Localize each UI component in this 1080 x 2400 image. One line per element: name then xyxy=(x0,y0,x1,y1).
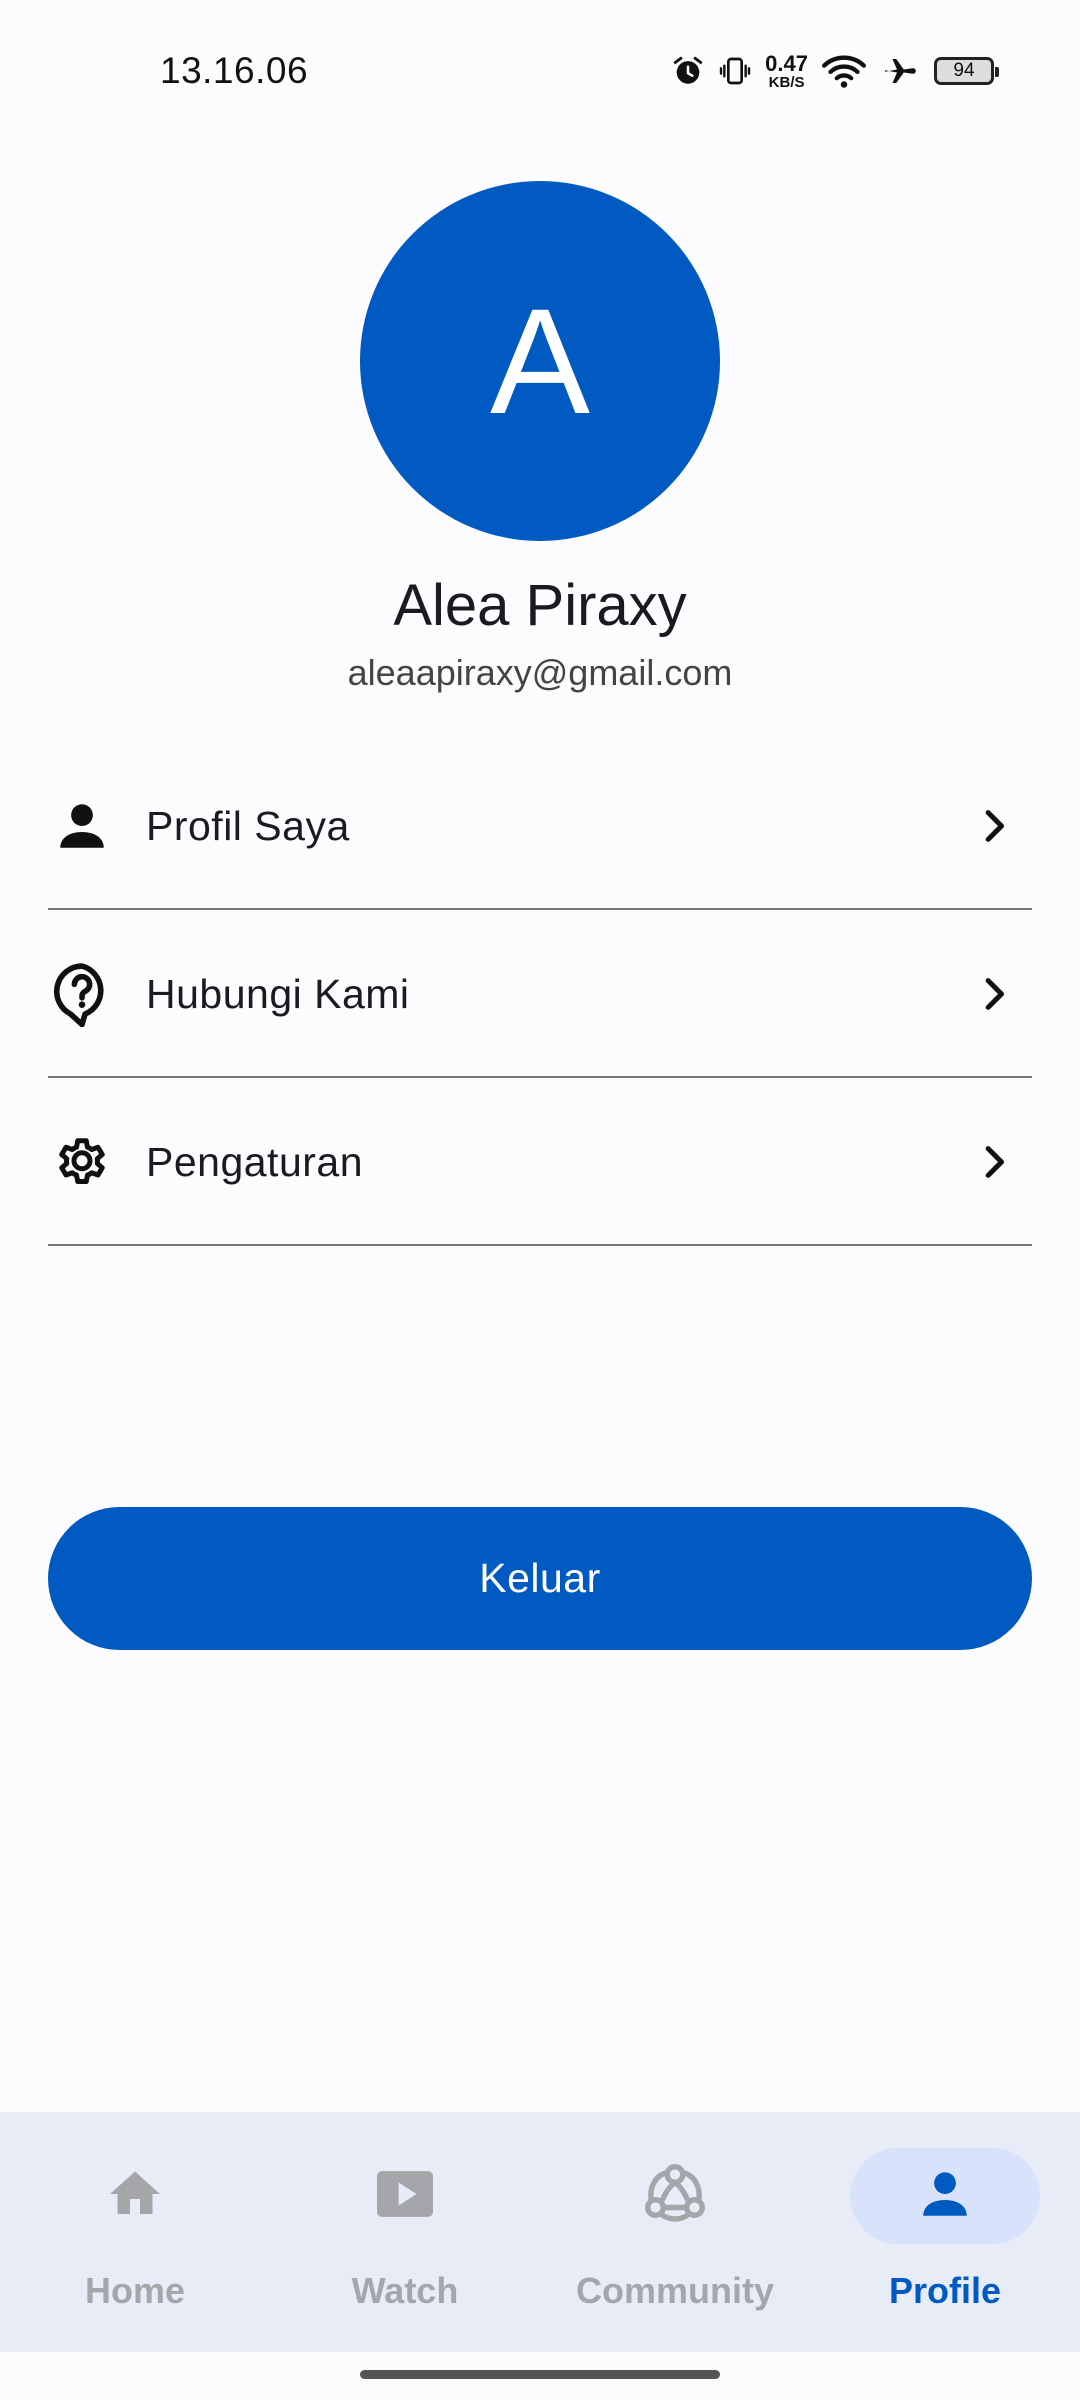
status-bar: 13.16.06 0.47 KB/S 94 xyxy=(0,0,1080,140)
home-icon xyxy=(105,2164,165,2229)
nav-item-indicator xyxy=(580,2148,770,2244)
nav-item-home[interactable]: Home xyxy=(0,2112,270,2352)
nav-item-label: Watch xyxy=(351,2270,459,2311)
play-icon xyxy=(374,2166,436,2227)
network-speed: 0.47 KB/S xyxy=(765,50,808,91)
status-icons: 0.47 KB/S 94 xyxy=(671,46,999,96)
user-name: Alea Piraxy xyxy=(393,573,687,638)
gear-icon xyxy=(50,1130,114,1194)
nav-item-indicator xyxy=(310,2148,500,2244)
alarm-icon xyxy=(671,54,705,88)
community-icon xyxy=(639,2158,711,2235)
nav-item-watch[interactable]: Watch xyxy=(270,2112,540,2352)
wifi-icon xyxy=(822,53,866,89)
avatar: A xyxy=(360,181,720,541)
menu-item-hubungi-kami[interactable]: Hubungi Kami xyxy=(48,912,1032,1078)
network-speed-unit: KB/S xyxy=(768,73,805,91)
chevron-right-icon xyxy=(970,802,1018,850)
nav-item-label: Profile xyxy=(888,2270,1002,2311)
chevron-right-icon xyxy=(970,1138,1018,1186)
vibrate-icon xyxy=(719,54,751,88)
status-time: 13.16.06 xyxy=(160,50,309,91)
logout-button[interactable]: Keluar xyxy=(48,1507,1032,1650)
nav-item-profile[interactable]: Profile xyxy=(810,2112,1080,2352)
profile-menu: Profil Saya Hubungi Kami Pengaturan xyxy=(48,744,1032,1248)
menu-item-pengaturan[interactable]: Pengaturan xyxy=(48,1080,1032,1246)
chevron-right-icon xyxy=(970,970,1018,1018)
avatar-letter: A xyxy=(489,277,591,445)
menu-item-profil-saya[interactable]: Profil Saya xyxy=(48,744,1032,910)
bottom-navigation: Home Watch Community Profile xyxy=(0,2112,1080,2352)
battery-level: 94 xyxy=(953,60,975,81)
person-icon xyxy=(50,794,114,858)
user-email: aleaapiraxy@gmail.com xyxy=(347,652,733,693)
nav-item-community[interactable]: Community xyxy=(540,2112,810,2352)
menu-item-label: Pengaturan xyxy=(146,1138,364,1185)
person-icon xyxy=(916,2165,974,2228)
menu-item-label: Hubungi Kami xyxy=(146,970,410,1017)
battery-icon: 94 xyxy=(934,57,999,85)
menu-item-label: Profil Saya xyxy=(146,802,350,849)
network-speed-value: 0.47 xyxy=(765,50,808,76)
nav-item-indicator xyxy=(40,2148,230,2244)
gesture-bar[interactable] xyxy=(360,2370,720,2379)
airplane-icon xyxy=(880,53,920,89)
nav-item-label: Community xyxy=(576,2270,774,2311)
nav-item-indicator xyxy=(850,2148,1040,2244)
help-chat-icon xyxy=(50,962,114,1027)
nav-item-label: Home xyxy=(84,2270,186,2311)
